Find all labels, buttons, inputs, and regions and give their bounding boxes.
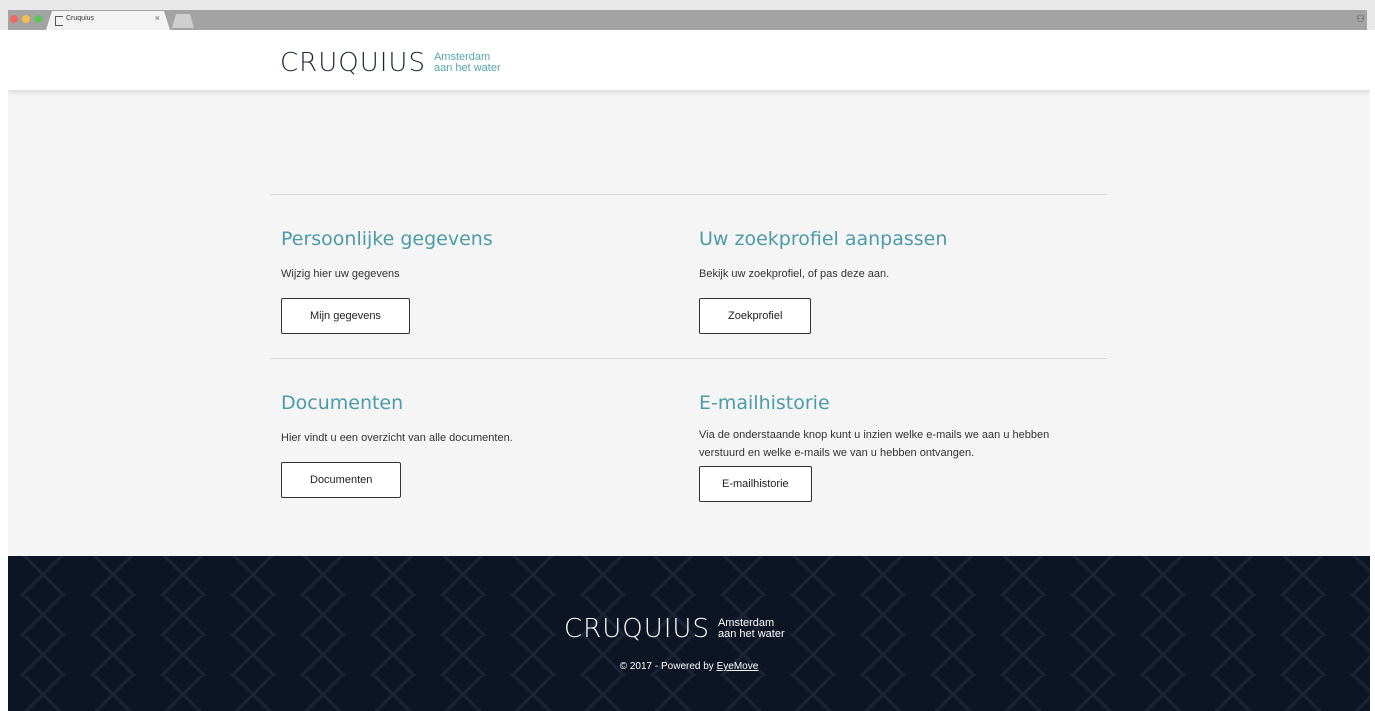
- tab-strip: [8, 10, 1367, 30]
- maximize-window-button[interactable]: [34, 15, 42, 23]
- divider: [270, 358, 1107, 359]
- page: CRUQUIUS Amsterdam aan het water Persoon…: [8, 30, 1370, 711]
- documents-button[interactable]: Documenten: [281, 462, 402, 498]
- logo-wordmark: CRUQUIUS: [564, 614, 710, 644]
- logo-tagline-line-2: aan het water: [433, 62, 501, 74]
- logo-tagline: Amsterdam aan het water: [434, 52, 501, 74]
- card-description: Via de onderstaande knop kunt u inzien w…: [699, 429, 1050, 459]
- card-description: Wijzig hier uw gegevens: [281, 268, 400, 280]
- divider: [270, 194, 1107, 195]
- site-header: CRUQUIUS Amsterdam aan het water: [8, 30, 1370, 90]
- logo-tagline-line-2: aan het water: [717, 628, 785, 640]
- card-title: Persoonlijke gegevens: [281, 228, 493, 250]
- card-title: Uw zoekprofiel aanpassen: [699, 228, 948, 250]
- card-description: Bekijk uw zoekprofiel, of pas deze aan.: [699, 268, 890, 280]
- close-icon[interactable]: ×: [155, 13, 160, 23]
- powered-by-link[interactable]: EyeMove: [717, 661, 759, 672]
- my-data-button[interactable]: Mijn gegevens: [281, 298, 410, 334]
- tab-title: Cruquius: [66, 15, 95, 22]
- search-profile-button[interactable]: Zoekprofiel: [699, 298, 812, 334]
- email-history-button[interactable]: E-mailhistorie: [699, 466, 812, 502]
- browser-chrome: Cruquius × ⚇: [0, 0, 1375, 30]
- card-personal-data: Persoonlijke gegevens Wijzig hier uw geg…: [281, 228, 493, 334]
- site-footer: CRUQUIUS Amsterdam aan het water © 2017 …: [8, 556, 1370, 711]
- copyright-text: © 2017 - Powered by: [619, 661, 714, 672]
- page-icon: [55, 16, 63, 26]
- logo-tagline: Amsterdam aan het water: [718, 618, 785, 640]
- card-title: E-mailhistorie: [699, 392, 830, 414]
- profile-icon[interactable]: ⚇: [1356, 14, 1365, 25]
- logo-wordmark: CRUQUIUS: [280, 48, 426, 78]
- site-logo[interactable]: CRUQUIUS Amsterdam aan het water: [280, 48, 501, 78]
- close-window-button[interactable]: [10, 15, 18, 23]
- card-description: Hier vindt u een overzicht van alle docu…: [281, 432, 513, 444]
- card-search-profile: Uw zoekprofiel aanpassen Bekijk uw zoekp…: [699, 228, 947, 334]
- card-documents: Documenten Hier vindt u een overzicht va…: [281, 392, 513, 498]
- card-email-history: E-mailhistorie Via de onderstaande knop …: [699, 392, 1089, 502]
- browser-tab[interactable]: Cruquius ×: [46, 11, 170, 30]
- copyright: © 2017 - Powered by EyeMove: [8, 661, 1370, 672]
- card-title: Documenten: [281, 392, 404, 414]
- footer-logo[interactable]: CRUQUIUS Amsterdam aan het water: [564, 614, 785, 644]
- minimize-window-button[interactable]: [22, 15, 30, 23]
